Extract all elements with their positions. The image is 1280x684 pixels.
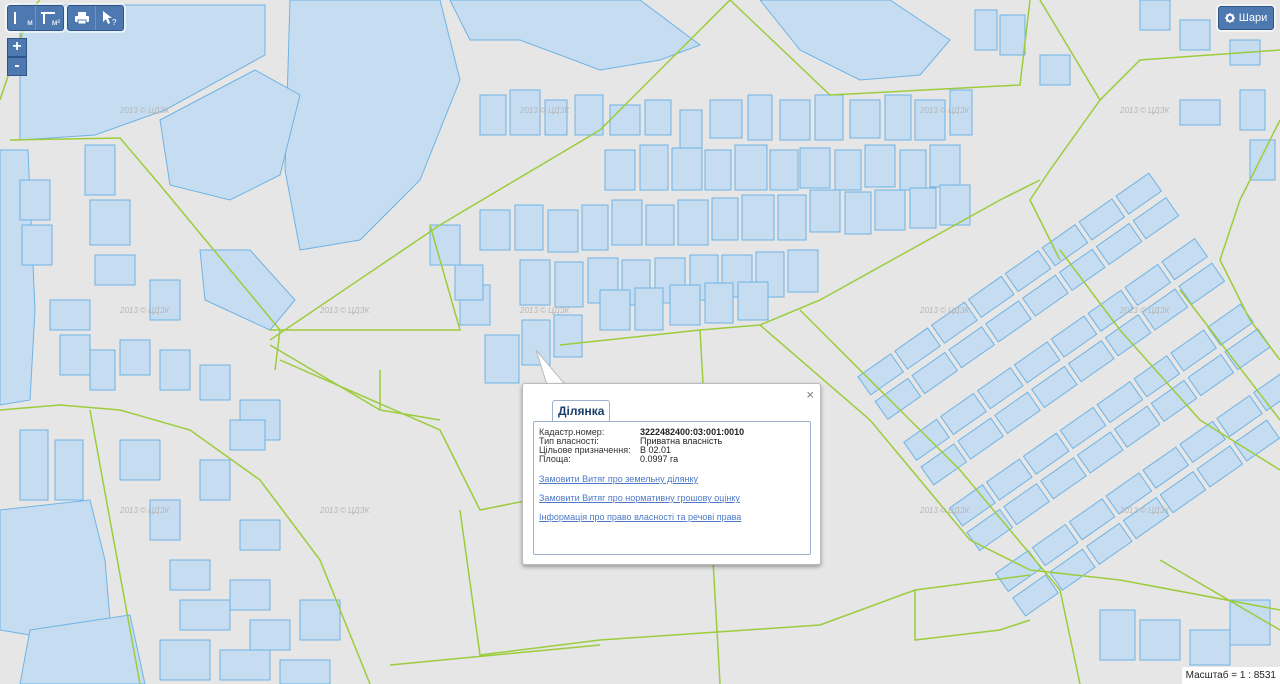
area-value: 0.0997 га xyxy=(640,454,679,464)
order-land-extract-link[interactable]: Замовити Витяг про земельну ділянку xyxy=(539,474,698,484)
watermark: 2013 © ЦДЗК xyxy=(320,306,370,315)
watermark: 2013 © ЦДЗК xyxy=(320,506,370,515)
print-button[interactable] xyxy=(69,6,95,30)
layers-button[interactable]: Шари xyxy=(1218,6,1274,30)
watermark: 2013 © ЦДЗК xyxy=(520,106,570,115)
measure-length-unit: м xyxy=(27,17,33,27)
area-row: Площа: 0.0997 га xyxy=(539,454,678,464)
identify-icon: ? xyxy=(103,11,117,26)
watermark: 2013 © ЦДЗК xyxy=(120,106,170,115)
gear-icon xyxy=(1224,13,1235,23)
measure-toolbar: м м² xyxy=(7,5,64,31)
measure-area-button[interactable]: м² xyxy=(35,6,62,30)
parcel-popup: × Ділянка Кадастр.номер: 3222482400:03:0… xyxy=(522,383,821,565)
map-scale: Масштаб = 1 : 8531 xyxy=(1181,667,1280,684)
tools-toolbar: ? xyxy=(67,5,124,31)
watermark: 2013 © ЦДЗК xyxy=(120,306,170,315)
close-icon[interactable]: × xyxy=(806,387,814,402)
svg-text:?: ? xyxy=(112,18,117,26)
watermark: 2013 © ЦДЗК xyxy=(520,306,570,315)
watermark: 2013 © ЦДЗК xyxy=(1120,506,1170,515)
order-valuation-extract-link[interactable]: Замовити Витяг про нормативну грошову оц… xyxy=(539,493,740,503)
watermark: 2013 © ЦДЗК xyxy=(120,506,170,515)
printer-icon xyxy=(75,12,89,25)
zoom-in-button[interactable]: + xyxy=(7,38,27,57)
zoom-out-button[interactable]: - xyxy=(7,57,27,76)
field-label: Площа: xyxy=(539,454,571,464)
watermark: 2013 © ЦДЗК xyxy=(920,506,970,515)
tab-parcel[interactable]: Ділянка xyxy=(552,400,611,421)
ownership-info-link[interactable]: Інформація про право власності та речові… xyxy=(539,512,741,522)
measure-area-unit: м² xyxy=(51,17,61,27)
cadastral-map[interactable] xyxy=(0,0,1280,684)
watermark: 2013 © ЦДЗК xyxy=(920,106,970,115)
parcel-info-panel: Кадастр.номер: 3222482400:03:001:0010 Ти… xyxy=(533,421,811,555)
identify-button[interactable]: ? xyxy=(95,6,122,30)
measure-length-button[interactable]: м xyxy=(9,6,35,30)
watermark: 2013 © ЦДЗК xyxy=(920,306,970,315)
layers-label: Шари xyxy=(1238,12,1268,24)
watermark: 2013 © ЦДЗК xyxy=(1120,106,1170,115)
watermark: 2013 © ЦДЗК xyxy=(1120,306,1170,315)
